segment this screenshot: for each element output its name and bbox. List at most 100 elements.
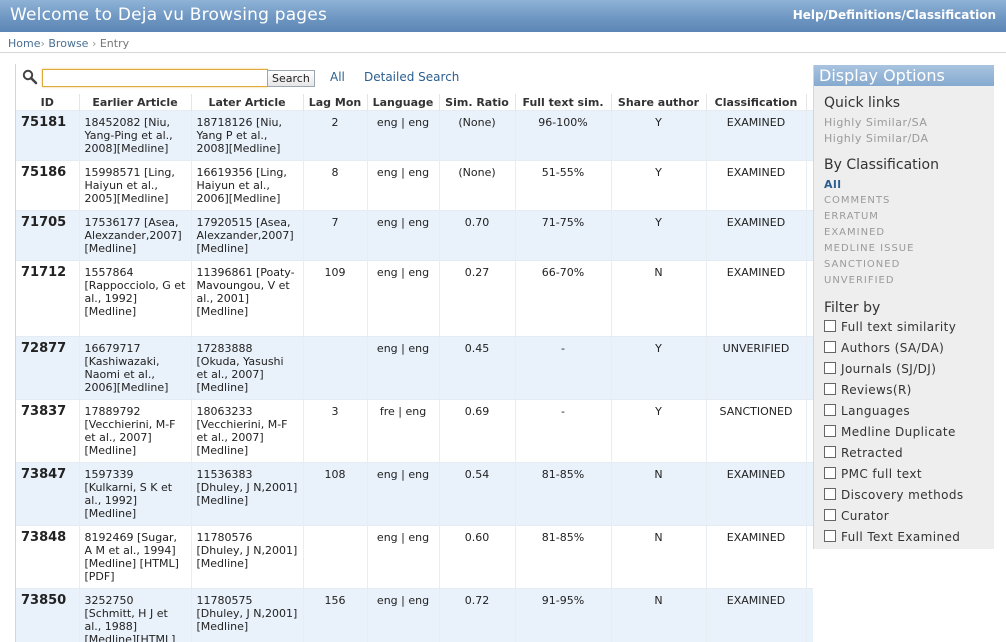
table-row: 72877 16679717 [Kashiwazaki, Naomi et al.… xyxy=(16,336,813,400)
later-article-link[interactable]: 18718126 [Niu, Yang P et al., 2008][Medl… xyxy=(191,110,304,161)
filter-retracted[interactable]: Retracted xyxy=(824,446,903,462)
classification: EXAMINED xyxy=(706,160,807,211)
detailed-search-link[interactable]: Detailed Search xyxy=(364,70,459,84)
later-article-link[interactable]: 11780576 [Dhuley, J N,2001][Medline] xyxy=(191,525,304,589)
checkbox[interactable] xyxy=(824,530,836,542)
col-header-ratio[interactable]: Sim. Ratio xyxy=(439,94,516,111)
col-header-lag[interactable]: Lag Mon xyxy=(303,94,368,111)
earlier-article-link[interactable]: 1557864 [Rappocciolo, G et al., 1992][Me… xyxy=(79,260,192,337)
row-id-link[interactable]: 73848 xyxy=(16,525,80,589)
class-erratum[interactable]: ERRATUM xyxy=(824,211,879,222)
table-row: 73847 1597339 [Kulkarni, S K et al., 1992… xyxy=(16,462,813,526)
row-id-link[interactable]: 73837 xyxy=(16,399,80,463)
review-date xyxy=(806,462,813,526)
class-comments[interactable]: COMMENTS xyxy=(824,195,890,206)
similarity-ratio: 0.72 xyxy=(439,588,516,642)
checkbox[interactable] xyxy=(824,467,836,479)
later-article-link[interactable]: 11536383 [Dhuley, J N,2001][Medline] xyxy=(191,462,304,526)
filter-pmc-full-text[interactable]: PMC full text xyxy=(824,467,922,483)
row-id-link[interactable]: 75186 xyxy=(16,160,80,211)
earlier-article-link[interactable]: 3252750 [Schmitt, H J et al., 1988][Medl… xyxy=(79,588,192,642)
class-all[interactable]: All xyxy=(824,178,842,191)
language-pair: eng | eng xyxy=(367,160,440,211)
earlier-article-link[interactable]: 17889792 [Vecchierini, M-F et al., 2007]… xyxy=(79,399,192,463)
classification: EXAMINED xyxy=(706,110,807,161)
row-id-link[interactable]: 72877 xyxy=(16,336,80,400)
classification: EXAMINED xyxy=(706,525,807,589)
quick-link-da[interactable]: Highly Similar/DA xyxy=(824,132,928,145)
quick-link-sa[interactable]: Highly Similar/SA xyxy=(824,116,927,129)
col-header-later[interactable]: Later Article xyxy=(191,94,304,111)
checkbox[interactable] xyxy=(824,425,836,437)
later-article-link[interactable]: 16619356 [Ling, Haiyun et al., 2006][Med… xyxy=(191,160,304,211)
checkbox[interactable] xyxy=(824,446,836,458)
filter-curator[interactable]: Curator xyxy=(824,509,889,525)
display-options-title: Display Options xyxy=(814,65,994,86)
earlier-article-link[interactable]: 18452082 [Niu, Yang-Ping et al., 2008][M… xyxy=(79,110,192,161)
class-examined[interactable]: EXAMINED xyxy=(824,227,885,238)
later-article-link[interactable]: 11396861 [Poaty-Mavoungou, V et al., 200… xyxy=(191,260,304,337)
share-author: Y xyxy=(611,210,707,261)
later-article-link[interactable]: 17920515 [Asea, Alexzander,2007][Medline… xyxy=(191,210,304,261)
checkbox[interactable] xyxy=(824,362,836,374)
breadcrumb-home[interactable]: Home xyxy=(8,37,40,50)
checkbox[interactable] xyxy=(824,509,836,521)
earlier-article-link[interactable]: 8192469 [Sugar, A M et al., 1994][Medlin… xyxy=(79,525,192,589)
class-unverified[interactable]: UNVERIFIED xyxy=(824,275,895,286)
all-link[interactable]: All xyxy=(330,70,345,84)
help-link[interactable]: Help/Definitions/Classification xyxy=(793,8,996,22)
lag-months: 3 xyxy=(303,399,368,463)
earlier-article-link[interactable]: 16679717 [Kashiwazaki, Naomi et al., 200… xyxy=(79,336,192,400)
col-header-share[interactable]: Share author xyxy=(611,94,707,111)
similarity-ratio: 0.60 xyxy=(439,525,516,589)
page-title: Welcome to Deja vu Browsing pages xyxy=(10,5,328,25)
earlier-article-link[interactable]: 15998571 [Ling, Haiyun et al., 2005][Med… xyxy=(79,160,192,211)
filter-full-text-similarity[interactable]: Full text similarity xyxy=(824,320,956,336)
earlier-article-link[interactable]: 17536177 [Asea, Alexzander,2007][Medline… xyxy=(79,210,192,261)
row-id-link[interactable]: 73850 xyxy=(16,588,80,642)
col-header-language[interactable]: Language xyxy=(367,94,440,111)
col-header-earlier[interactable]: Earlier Article xyxy=(79,94,192,111)
col-header-classification[interactable]: Classification xyxy=(706,94,807,111)
similarity-ratio: 0.70 xyxy=(439,210,516,261)
breadcrumb-browse[interactable]: Browse xyxy=(48,37,88,50)
filter-journals[interactable]: Journals (SJ/DJ) xyxy=(824,362,936,378)
filter-full-text-examined[interactable]: Full Text Examined xyxy=(824,530,960,546)
later-article-link[interactable]: 11780575 [Dhuley, J N,2001][Medline] xyxy=(191,588,304,642)
full-text-similarity: 81-85% xyxy=(515,525,612,589)
filter-medline-duplicate[interactable]: Medline Duplicate xyxy=(824,425,956,441)
breadcrumb: Home› Browse › Entry xyxy=(8,37,130,50)
filter-languages[interactable]: Languages xyxy=(824,404,910,420)
share-author: N xyxy=(611,462,707,526)
review-date xyxy=(806,399,813,463)
class-medline-issue[interactable]: MEDLINE ISSUE xyxy=(824,243,914,254)
later-article-link[interactable]: 18063233 [Vecchierini, M-F et al., 2007]… xyxy=(191,399,304,463)
checkbox[interactable] xyxy=(824,341,836,353)
review-date xyxy=(806,525,813,589)
checkbox[interactable] xyxy=(824,404,836,416)
similarity-ratio: 0.45 xyxy=(439,336,516,400)
filter-reviews[interactable]: Reviews(R) xyxy=(824,383,912,399)
share-author: N xyxy=(611,260,707,337)
filter-authors[interactable]: Authors (SA/DA) xyxy=(824,341,944,357)
table-row: 73837 17889792 [Vecchierini, M-F et al., … xyxy=(16,399,813,463)
checkbox[interactable] xyxy=(824,320,836,332)
classification: EXAMINED xyxy=(706,210,807,261)
checkbox[interactable] xyxy=(824,488,836,500)
class-sanctioned[interactable]: SANCTIONED xyxy=(824,259,900,270)
row-id-link[interactable]: 71705 xyxy=(16,210,80,261)
row-id-link[interactable]: 71712 xyxy=(16,260,80,337)
checkbox[interactable] xyxy=(824,383,836,395)
col-header-fulltext[interactable]: Full text sim. xyxy=(515,94,612,111)
earlier-article-link[interactable]: 1597339 [Kulkarni, S K et al., 1992][Med… xyxy=(79,462,192,526)
search-button[interactable]: Search xyxy=(267,70,315,87)
later-article-link[interactable]: 17283888 [Okuda, Yasushi et al., 2007][M… xyxy=(191,336,304,400)
filter-discovery-methods[interactable]: Discovery methods xyxy=(824,488,964,504)
similarity-ratio: 0.27 xyxy=(439,260,516,337)
col-header-id[interactable]: ID xyxy=(16,94,80,111)
row-id-link[interactable]: 75181 xyxy=(16,110,80,161)
search-input[interactable] xyxy=(42,69,268,87)
display-options-panel: Display Options Quick links Highly Simil… xyxy=(813,65,994,549)
review-date xyxy=(806,210,813,261)
row-id-link[interactable]: 73847 xyxy=(16,462,80,526)
